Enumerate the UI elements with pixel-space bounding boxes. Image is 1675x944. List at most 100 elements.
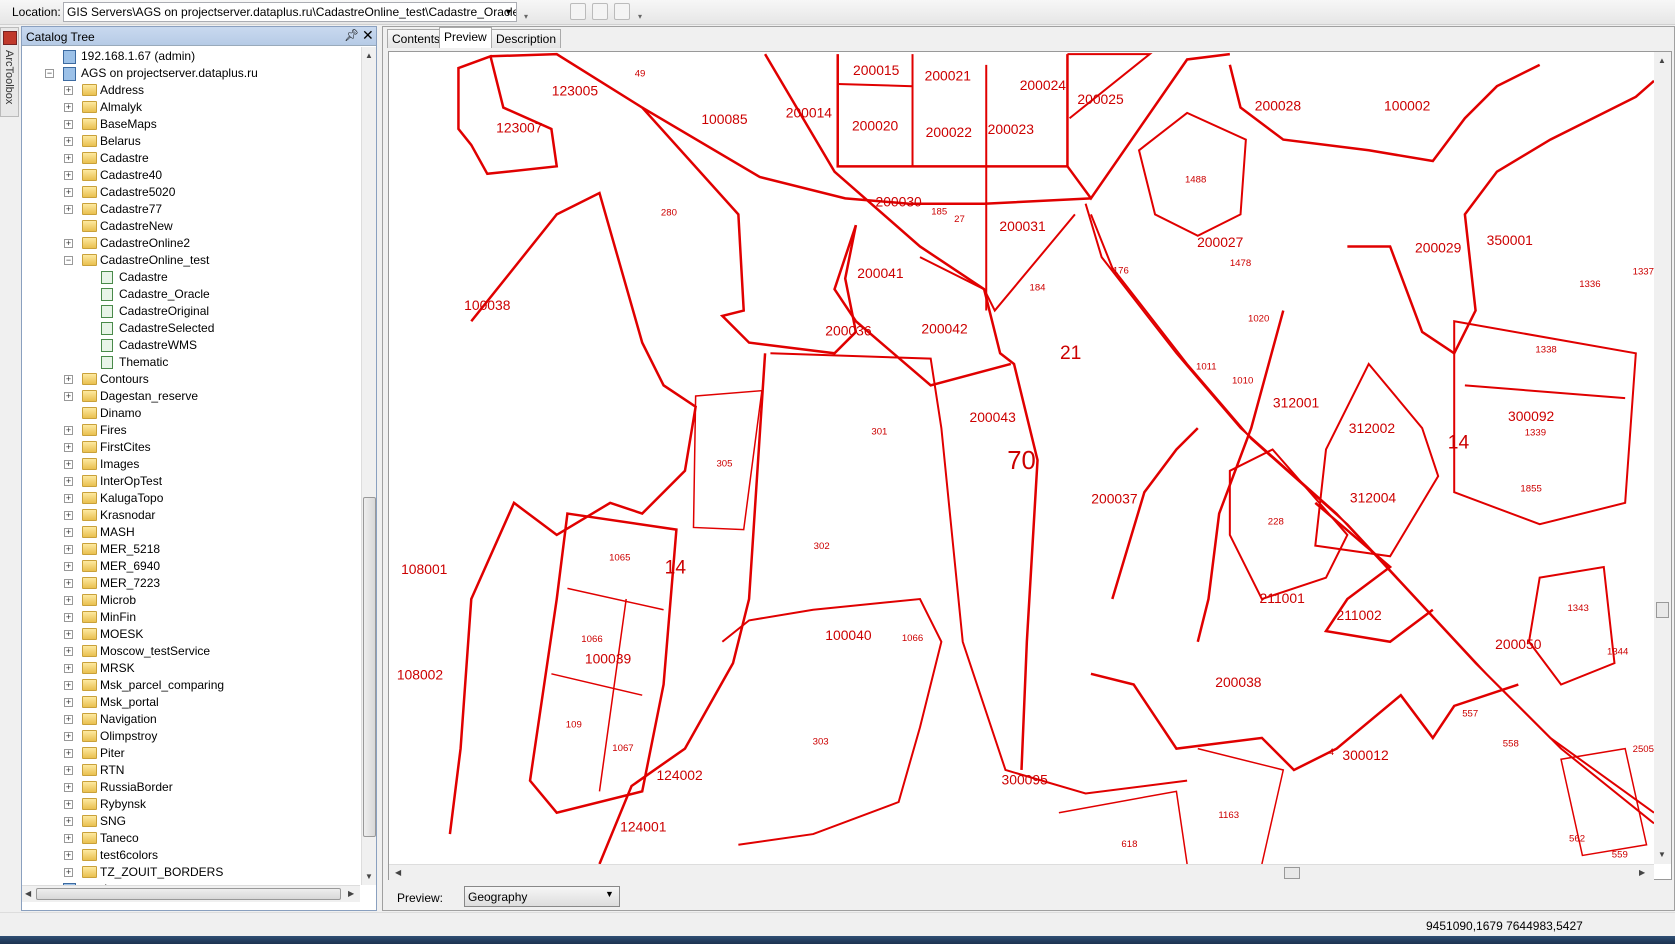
tree-item[interactable]: + Moscow_testService bbox=[22, 643, 360, 660]
tree-item[interactable]: + test6colors bbox=[22, 847, 360, 864]
expand-icon[interactable]: + bbox=[64, 596, 73, 605]
scroll-up-icon[interactable]: ▲ bbox=[365, 51, 373, 60]
map-vertical-scrollbar[interactable]: ▲ ▼ bbox=[1654, 52, 1671, 864]
tree-item[interactable]: + Microb bbox=[22, 592, 360, 609]
tree-item[interactable]: + Cadastre77 bbox=[22, 201, 360, 218]
tree-item[interactable]: + Almalyk bbox=[22, 99, 360, 116]
expand-icon[interactable]: + bbox=[64, 868, 73, 877]
scroll-thumb[interactable] bbox=[36, 888, 341, 900]
tree-item[interactable]: Dinamo bbox=[22, 405, 360, 422]
tab-description[interactable]: Description bbox=[491, 29, 562, 48]
preview-type-select[interactable]: Geography ▼ bbox=[464, 886, 620, 907]
expand-icon[interactable]: + bbox=[64, 239, 73, 248]
tree-item[interactable]: + Cadastre bbox=[22, 150, 360, 167]
scroll-right-icon[interactable]: ▶ bbox=[348, 889, 354, 898]
close-icon[interactable]: ✕ bbox=[362, 27, 374, 44]
map-horizontal-scrollbar[interactable]: ◀ ▶ bbox=[389, 864, 1654, 880]
expand-icon[interactable]: + bbox=[64, 103, 73, 112]
expand-icon[interactable]: + bbox=[64, 783, 73, 792]
scroll-left-icon[interactable]: ◀ bbox=[395, 868, 401, 877]
tree-item[interactable]: + MASH bbox=[22, 524, 360, 541]
tree-item[interactable]: + Belarus bbox=[22, 133, 360, 150]
tree-vertical-scrollbar[interactable]: ▲ ▼ bbox=[361, 47, 376, 885]
expand-icon[interactable]: + bbox=[64, 664, 73, 673]
tree-item[interactable]: + SNG bbox=[22, 813, 360, 830]
tree-item[interactable]: + Contours bbox=[22, 371, 360, 388]
tree-item[interactable]: + Cadastre40 bbox=[22, 167, 360, 184]
tree-item[interactable]: + Taneco bbox=[22, 830, 360, 847]
expand-icon[interactable]: + bbox=[64, 494, 73, 503]
tree-item[interactable]: + MER_5218 bbox=[22, 541, 360, 558]
expand-icon[interactable]: + bbox=[64, 528, 73, 537]
tree-item[interactable]: CadastreOriginal bbox=[22, 303, 360, 320]
tree-item[interactable]: − AGS on projectserver.dataplus.ru bbox=[22, 65, 360, 82]
tree-item[interactable]: + KalugaTopo bbox=[22, 490, 360, 507]
scroll-down-icon[interactable]: ▼ bbox=[1658, 850, 1666, 859]
import-icon[interactable] bbox=[592, 3, 608, 20]
expand-icon[interactable]: + bbox=[64, 120, 73, 129]
tree-item[interactable]: − CadastreOnline_test bbox=[22, 252, 360, 269]
tree-item[interactable]: CadastreSelected bbox=[22, 320, 360, 337]
tree-item[interactable]: + TZ_ZOUIT_BORDERS bbox=[22, 864, 360, 881]
tree-item[interactable]: + MER_7223 bbox=[22, 575, 360, 592]
expand-icon[interactable]: + bbox=[64, 545, 73, 554]
tree-item[interactable]: + FirstCites bbox=[22, 439, 360, 456]
expand-icon[interactable]: + bbox=[64, 681, 73, 690]
expand-icon[interactable]: + bbox=[64, 834, 73, 843]
tree-item[interactable]: 192.168.1.67 (admin) bbox=[22, 48, 360, 65]
expand-icon[interactable]: + bbox=[64, 562, 73, 571]
tree-horizontal-scrollbar[interactable]: ◀ ▶ bbox=[22, 885, 360, 902]
scroll-left-icon[interactable]: ◀ bbox=[25, 889, 31, 898]
tree-item[interactable]: + MOESK bbox=[22, 626, 360, 643]
scroll-thumb[interactable] bbox=[1656, 602, 1669, 618]
scroll-up-icon[interactable]: ▲ bbox=[1658, 56, 1666, 65]
tree-item[interactable]: + Rybynsk bbox=[22, 796, 360, 813]
scroll-down-icon[interactable]: ▼ bbox=[365, 872, 373, 881]
arctoolbox-tab[interactable]: ArcToolbox bbox=[0, 27, 19, 117]
tree-item[interactable]: + Address bbox=[22, 82, 360, 99]
tree-item[interactable]: + Dagestan_reserve bbox=[22, 388, 360, 405]
tree-item[interactable]: + Fires bbox=[22, 422, 360, 439]
tree-item[interactable]: + RussiaBorder bbox=[22, 779, 360, 796]
tree-item[interactable]: + CadastreOnline2 bbox=[22, 235, 360, 252]
tree-item[interactable]: CadastreWMS bbox=[22, 337, 360, 354]
expand-icon[interactable]: + bbox=[64, 426, 73, 435]
tree-item[interactable]: + MinFin bbox=[22, 609, 360, 626]
expand-icon[interactable]: + bbox=[64, 511, 73, 520]
tree-item[interactable]: Cadastre bbox=[22, 269, 360, 286]
expand-icon[interactable]: + bbox=[64, 375, 73, 384]
tab-preview[interactable]: Preview bbox=[439, 27, 492, 48]
expand-icon[interactable]: + bbox=[64, 137, 73, 146]
expand-icon[interactable]: + bbox=[64, 817, 73, 826]
scroll-thumb[interactable] bbox=[1284, 867, 1300, 879]
expand-icon[interactable]: + bbox=[64, 715, 73, 724]
expand-icon[interactable]: + bbox=[64, 477, 73, 486]
tree-item[interactable]: + Msk_portal bbox=[22, 694, 360, 711]
tree-item[interactable]: + Cadastre5020 bbox=[22, 184, 360, 201]
expand-icon[interactable]: + bbox=[64, 154, 73, 163]
expand-icon[interactable]: + bbox=[64, 613, 73, 622]
expand-icon[interactable]: + bbox=[64, 766, 73, 775]
location-dropdown-icon[interactable]: ▼ bbox=[500, 2, 517, 22]
expand-icon[interactable]: + bbox=[64, 86, 73, 95]
tree-item[interactable]: Cadastre_Oracle bbox=[22, 286, 360, 303]
tree-item[interactable]: + Navigation bbox=[22, 711, 360, 728]
tree-item[interactable]: + Msk_parcel_comparing bbox=[22, 677, 360, 694]
collapse-icon[interactable]: − bbox=[64, 256, 73, 265]
tree-item[interactable]: + Olimpstroy bbox=[22, 728, 360, 745]
tree-item[interactable]: + RTN bbox=[22, 762, 360, 779]
validate-icon[interactable] bbox=[570, 3, 586, 20]
tree-item[interactable]: + BaseMaps bbox=[22, 116, 360, 133]
toolbar-grip-icon[interactable]: ▾ bbox=[636, 2, 644, 22]
tree-item[interactable]: + Images bbox=[22, 456, 360, 473]
cadastre-map[interactable]: 123005 123007 49 100085 200014 200015 200021 20… bbox=[389, 52, 1654, 864]
export-icon[interactable] bbox=[614, 3, 630, 20]
tree-item[interactable]: + Krasnodar bbox=[22, 507, 360, 524]
expand-icon[interactable]: + bbox=[64, 392, 73, 401]
tree-item[interactable]: + Piter bbox=[22, 745, 360, 762]
tree-item[interactable]: + MRSK bbox=[22, 660, 360, 677]
expand-icon[interactable]: + bbox=[64, 443, 73, 452]
scroll-thumb[interactable] bbox=[363, 497, 376, 837]
expand-icon[interactable]: + bbox=[64, 698, 73, 707]
expand-icon[interactable]: + bbox=[64, 647, 73, 656]
